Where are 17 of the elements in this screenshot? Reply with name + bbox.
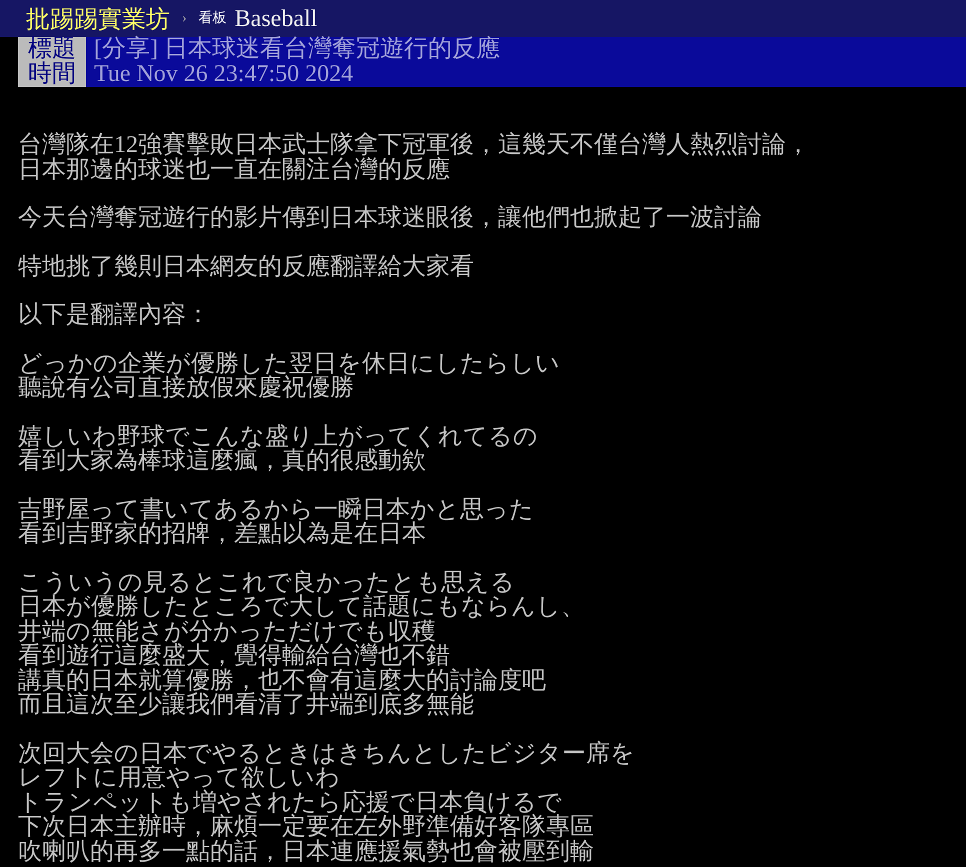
post-paragraph: 次回大会の日本でやるときはきちんとしたビジター席を レフトに用意やって欲しいわ トランペットも増やされたら応援で日本負けるで 下次日本主辦時，麻煩一定要在左外野準備好客隊專區 吹喇叭的再多一點的話，日本連應援氣勢也會被壓到輸 <box>18 742 636 864</box>
meta-value: Tue Nov 26 23:47:50 2024 <box>86 62 966 87</box>
post-paragraph: 吉野屋って書いてあるから一瞬日本かと思った 看到吉野家的招牌，差點以為是在日本 <box>18 498 535 546</box>
post-paragraph: 嬉しいわ野球でこんな盛り上がってくれてるの 看到大家為棒球這麼瘋，真的很感動欸 <box>18 424 539 474</box>
post-paragraph: こういうの見るとこれで良かったとも思える 日本が優勝したところで大して話題にもならんし、 井端の無能さが分かっただけでも収穫 看到遊行這麼盛大，覺得輸給台灣也不錯 講真的日本就算優勝，也不會有這麼大的討論度吧 而且這次至少讓我們看清了井端到底多無能 <box>18 570 586 718</box>
post-paragraph: 以下是翻譯內容： <box>18 303 211 328</box>
meta-value: [分享] 日本球迷看台灣奪冠遊行的反應 <box>86 37 966 62</box>
site-logo-link[interactable]: 批踢踢實業坊 <box>26 4 170 32</box>
board-label: 看板 <box>198 9 227 28</box>
meta-label: 時間 <box>18 62 86 87</box>
post-paragraph: どっかの企業が優勝した翌日を休日にしたらしい 聽說有公司直接放假來慶祝優勝 <box>18 352 561 400</box>
post-paragraph: 今天台灣奪冠遊行的影片傳到日本球迷眼後，讓他們也掀起了一波討論 <box>18 206 763 230</box>
post-paragraph: 特地挑了幾則日本網友的反應翻譯給大家看 <box>18 254 475 279</box>
breadcrumb-separator: › <box>182 10 187 28</box>
meta-label: 標題 <box>18 37 86 62</box>
board-link[interactable]: Baseball <box>234 4 318 32</box>
post-paragraph: 台灣隊在12強賽擊敗日本武士隊拿下冠軍後，這幾天不僅台灣人熱烈討論， 日本那邊的球迷也一直在關注台灣的反應 <box>18 133 811 182</box>
